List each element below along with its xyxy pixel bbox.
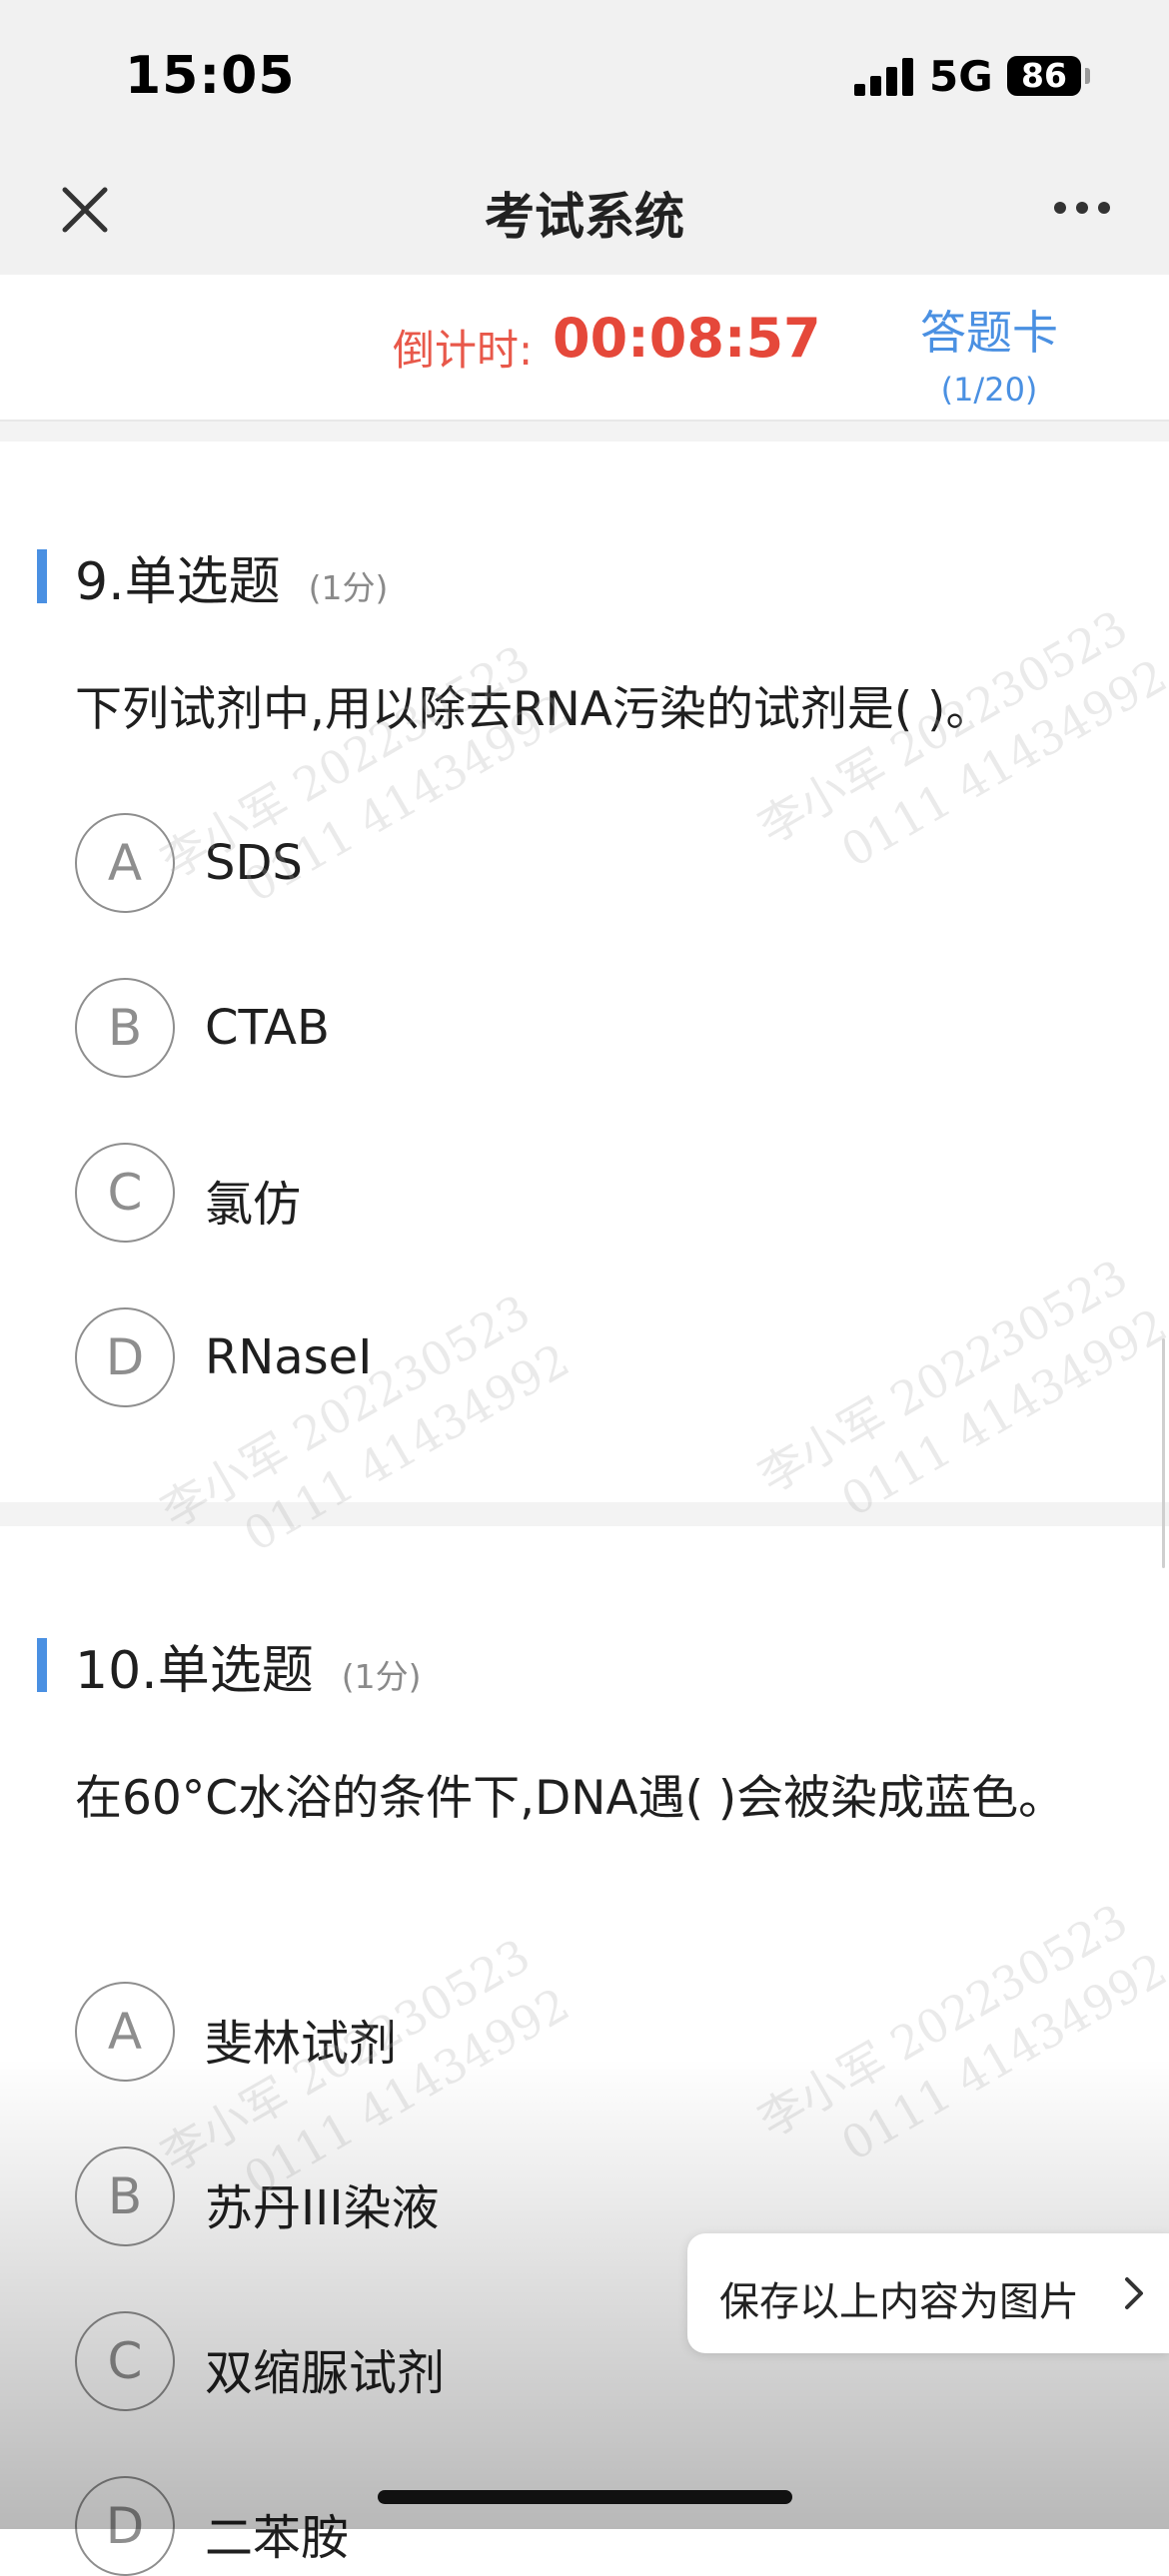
question-title: 9.单选题 (1分) <box>75 539 388 614</box>
option-b[interactable]: B CTAB <box>75 978 974 1078</box>
option-letter: A <box>75 813 175 913</box>
option-d[interactable]: D RNaseI <box>75 1307 974 1407</box>
option-letter: D <box>75 2476 175 2576</box>
more-icon[interactable] <box>1054 202 1114 218</box>
option-text: 苏丹III染液 <box>205 2180 440 2236</box>
option-b[interactable]: B 苏丹III染液 <box>75 2147 974 2246</box>
question-accent-bar <box>37 1638 47 1692</box>
answer-card-progress: (1/20) <box>940 371 1038 409</box>
option-letter: C <box>75 1143 175 1243</box>
option-text: 二苯胺 <box>205 2510 350 2566</box>
option-letter: D <box>75 1307 175 1407</box>
question-title: 10.单选题 (1分) <box>75 1628 421 1703</box>
answer-card-label: 答题卡 <box>920 306 1058 360</box>
question-score: (1分) <box>308 568 389 607</box>
timer-bar: 倒计时: 00:08:57 答题卡 (1/20) <box>0 275 1169 422</box>
countdown-value: 00:08:57 <box>553 307 821 370</box>
save-as-image-button[interactable]: 保存以上内容为图片 <box>687 2233 1169 2353</box>
chevron-right-icon <box>1125 2277 1143 2309</box>
question-stem: 下列试剂中,用以除去RNA污染的试剂是( )。 <box>75 682 993 737</box>
option-text: CTAB <box>205 1000 330 1056</box>
signal-icon <box>854 58 914 96</box>
option-text: 双缩脲试剂 <box>205 2345 446 2401</box>
option-letter: C <box>75 2311 175 2411</box>
page-title: 考试系统 <box>485 188 684 246</box>
network-type: 5G <box>929 52 993 101</box>
answer-card-button[interactable]: 答题卡 (1/20) <box>899 297 1079 409</box>
option-letter: A <box>75 1982 175 2082</box>
scroll-indicator[interactable] <box>1162 1338 1165 1568</box>
question-number-type: 9.单选题 <box>75 552 281 612</box>
option-c[interactable]: C 氯仿 <box>75 1143 974 1243</box>
save-as-image-label: 保存以上内容为图片 <box>719 2279 1079 2325</box>
home-indicator <box>378 2490 792 2504</box>
option-a[interactable]: A SDS <box>75 813 974 913</box>
option-letter: B <box>75 978 175 1078</box>
battery-tip <box>1085 68 1090 84</box>
battery-level: 86 <box>1021 56 1067 95</box>
option-letter: B <box>75 2147 175 2246</box>
option-text: RNaseI <box>205 1329 373 1385</box>
nav-bar: 考试系统 <box>0 155 1169 275</box>
battery-icon: 86 <box>1007 56 1081 96</box>
section-divider <box>0 422 1169 441</box>
question-stem: 在60°C水浴的条件下,DNA遇( )会被染成蓝色。 <box>75 1771 1066 1826</box>
option-text: 斐林试剂 <box>205 2016 398 2072</box>
question-accent-bar <box>37 549 47 603</box>
countdown-label: 倒计时: <box>393 326 534 375</box>
option-text: 氯仿 <box>205 1177 302 1233</box>
status-time: 15:05 <box>125 46 296 106</box>
option-text: SDS <box>205 835 303 891</box>
question-number-type: 10.单选题 <box>75 1641 314 1701</box>
question-score: (1分) <box>341 1657 422 1696</box>
question-card: 9.单选题 (1分) 下列试剂中,用以除去RNA污染的试剂是( )。 A SDS … <box>0 441 1169 1502</box>
status-bar: 15:05 5G 86 <box>0 0 1169 155</box>
question-card: 10.单选题 (1分) 在60°C水浴的条件下,DNA遇( )会被染成蓝色。 A … <box>0 1526 1169 2576</box>
option-a[interactable]: A 斐林试剂 <box>75 1982 974 2082</box>
section-divider <box>0 1502 1169 1526</box>
